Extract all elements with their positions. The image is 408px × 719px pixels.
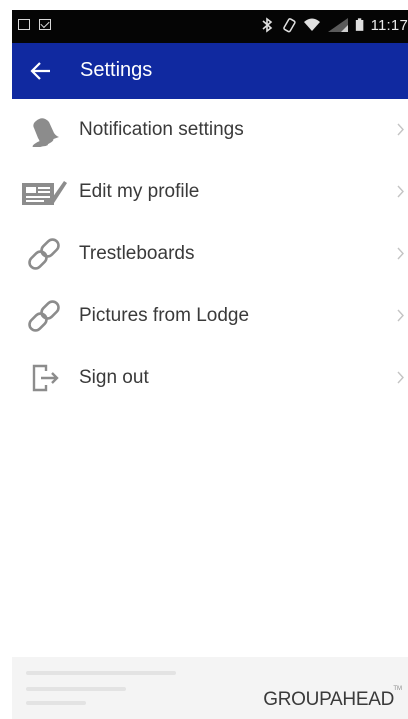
- footer: TM GROUPAHEAD: [12, 657, 408, 719]
- chevron-right-icon: [397, 247, 404, 260]
- menu-item-label: Sign out: [79, 367, 149, 388]
- menu-item-label: Edit my profile: [79, 181, 200, 202]
- link-icon: [28, 300, 60, 332]
- menu-item-edit-profile[interactable]: Edit my profile: [12, 161, 408, 223]
- chevron-right-icon: [397, 371, 404, 384]
- picture-icon: [18, 19, 30, 30]
- signal-icon: [327, 18, 348, 32]
- arrow-left-icon[interactable]: [30, 60, 52, 82]
- brand-logo: GROUPAHEAD: [263, 689, 394, 710]
- status-time: 11:17: [370, 16, 408, 34]
- menu-item-sign-out[interactable]: Sign out: [12, 347, 408, 409]
- app-bar: Settings: [12, 43, 408, 99]
- wifi-icon: [303, 18, 320, 31]
- trademark: TM: [393, 686, 402, 692]
- footer-decoration: [26, 687, 126, 691]
- id-card-icon: [22, 181, 67, 205]
- menu-item-label: Trestleboards: [79, 243, 195, 264]
- bell-icon: [32, 118, 59, 147]
- bluetooth-icon: [262, 17, 272, 33]
- mail-icon: [39, 19, 51, 30]
- sign-out-icon: [32, 364, 59, 392]
- chevron-right-icon: [397, 309, 404, 322]
- chevron-right-icon: [397, 185, 404, 198]
- footer-decoration: [26, 701, 86, 705]
- menu-item-label: Notification settings: [79, 119, 244, 140]
- chevron-right-icon: [397, 123, 404, 136]
- menu-item-pictures-from-lodge[interactable]: Pictures from Lodge: [12, 285, 408, 347]
- page-title: Settings: [80, 59, 153, 81]
- menu-item-label: Pictures from Lodge: [79, 305, 250, 326]
- menu-item-notification-settings[interactable]: Notification settings: [12, 99, 408, 161]
- link-icon: [28, 238, 60, 270]
- app-screen: 11:17 Settings Notification settings Edi…: [12, 10, 408, 719]
- menu-item-trestleboards[interactable]: Trestleboards: [12, 223, 408, 285]
- rotate-icon: [282, 18, 296, 33]
- footer-decoration: [26, 671, 176, 675]
- settings-menu: Notification settings Edit my profile Tr…: [12, 99, 408, 409]
- status-bar: 11:17: [12, 10, 408, 43]
- battery-icon: [355, 18, 363, 31]
